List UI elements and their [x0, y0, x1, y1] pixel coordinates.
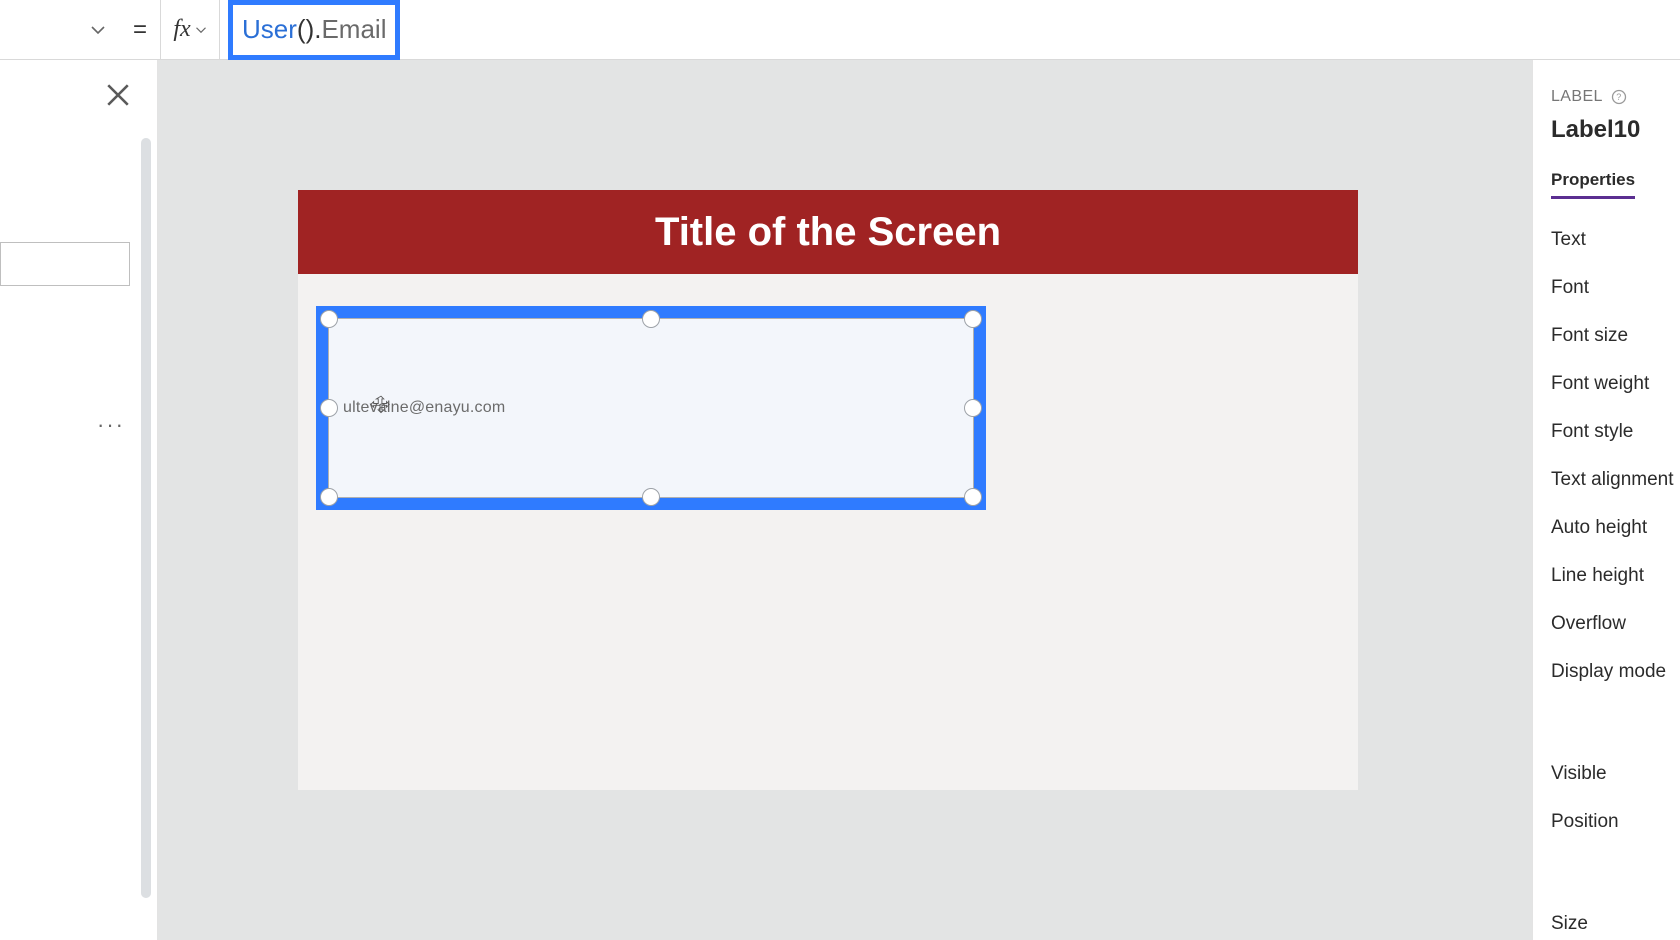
fx-icon: fx [173, 16, 190, 43]
left-panel: ··· [0, 60, 158, 940]
property-row[interactable]: Text [1551, 229, 1680, 251]
properties-panel: LABEL ? Label10 Properties Text Font Fon… [1532, 60, 1680, 940]
svg-text:?: ? [1616, 92, 1621, 102]
tab-properties[interactable]: Properties [1551, 170, 1635, 199]
property-row[interactable]: Display mode [1551, 661, 1680, 683]
property-row[interactable]: Size [1551, 913, 1680, 935]
control-type-label: LABEL ? [1551, 88, 1627, 106]
resize-handle-mr[interactable] [964, 399, 982, 417]
formula-token-property: Email [321, 14, 386, 45]
formula-token-function: User [242, 14, 297, 45]
search-input[interactable] [0, 242, 130, 286]
equals-sign: = [120, 16, 160, 44]
property-row[interactable]: Font style [1551, 421, 1680, 443]
resize-handle-br[interactable] [964, 488, 982, 506]
left-panel-scrollbar[interactable] [141, 138, 151, 898]
property-list: Text Font Font size Font weight Font sty… [1551, 229, 1680, 935]
selected-label-highlight: ultevalne@enayu.com [316, 306, 986, 510]
formula-bar: = fx User().Email [0, 0, 1680, 60]
label-text: ultevalne@enayu.com [343, 399, 505, 417]
control-type-text: LABEL [1551, 88, 1603, 106]
canvas[interactable]: Title of the Screen ultevalne@enayu.com [158, 60, 1532, 940]
help-icon[interactable]: ? [1611, 89, 1627, 105]
resize-handle-bc[interactable] [642, 488, 660, 506]
screen[interactable]: Title of the Screen ultevalne@enayu.com [298, 190, 1358, 790]
property-dropdown[interactable] [0, 0, 120, 60]
resize-handle-tr[interactable] [964, 310, 982, 328]
screen-title: Title of the Screen [655, 210, 1001, 255]
resize-handle-tc[interactable] [642, 310, 660, 328]
selected-label[interactable]: ultevalne@enayu.com [328, 318, 974, 498]
chevron-down-icon [195, 24, 207, 36]
close-button[interactable] [105, 82, 131, 108]
resize-handle-bl[interactable] [320, 488, 338, 506]
property-row[interactable]: Line height [1551, 565, 1680, 587]
resize-handle-ml[interactable] [320, 399, 338, 417]
property-row[interactable]: Text alignment [1551, 469, 1680, 491]
screen-header[interactable]: Title of the Screen [298, 190, 1358, 274]
property-row[interactable]: Visible [1551, 763, 1680, 785]
chevron-down-icon [90, 22, 106, 38]
close-icon [105, 82, 131, 108]
property-row[interactable]: Font weight [1551, 373, 1680, 395]
property-row[interactable]: Font [1551, 277, 1680, 299]
property-row[interactable]: Font size [1551, 325, 1680, 347]
more-button[interactable]: ··· [97, 412, 125, 438]
property-row[interactable]: Overflow [1551, 613, 1680, 635]
formula-token-punct: (). [297, 14, 322, 45]
resize-handle-tl[interactable] [320, 310, 338, 328]
control-name[interactable]: Label10 [1551, 116, 1680, 144]
formula-input[interactable]: User().Email [228, 0, 400, 60]
scrollbar-thumb[interactable] [141, 138, 151, 898]
fx-button[interactable]: fx [160, 0, 220, 60]
property-row[interactable]: Position [1551, 811, 1680, 833]
property-row[interactable]: Auto height [1551, 517, 1680, 539]
